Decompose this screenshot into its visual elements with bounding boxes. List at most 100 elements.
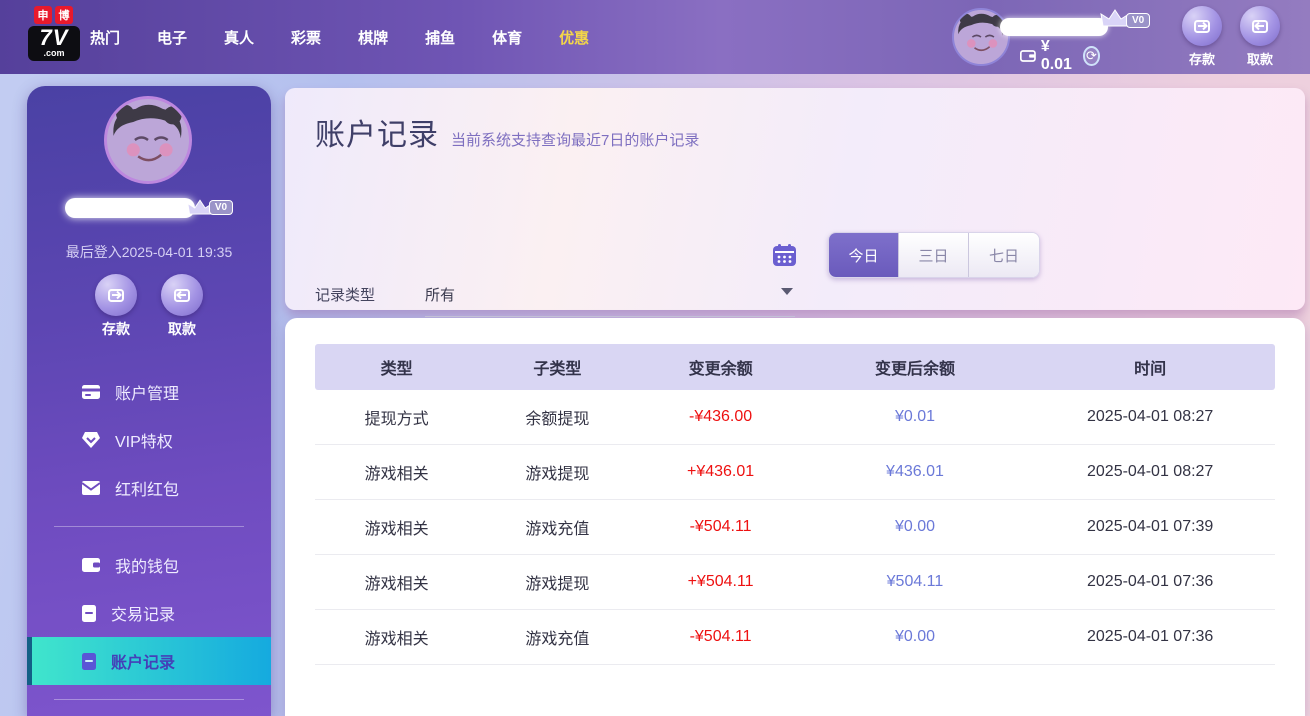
range-seven-days-button[interactable]: 七日 xyxy=(969,233,1039,277)
cell-change: -¥436.00 xyxy=(688,408,753,425)
envelope-icon xyxy=(81,481,101,495)
sidebar-deposit-label: 存款 xyxy=(102,321,130,337)
nav-live[interactable]: 真人 xyxy=(224,27,254,48)
date-range-buttons: 今日 三日 七日 xyxy=(828,232,1040,278)
sidebar-item-label: 账户管理 xyxy=(115,386,180,403)
balance-amount: ¥ 0.01 xyxy=(1040,38,1072,73)
sidebar-item-label: VIP特权 xyxy=(115,434,173,451)
menu-divider xyxy=(54,699,244,700)
range-three-days-button[interactable]: 三日 xyxy=(899,233,969,277)
logo-tld: .com xyxy=(43,48,65,58)
cell-subtype: 余额提现 xyxy=(525,411,590,428)
withdraw-label: 取款 xyxy=(1246,52,1273,67)
table-header-row: 类型 子类型 变更余额 变更后余额 时间 xyxy=(315,344,1275,390)
deposit-button[interactable]: 存款 xyxy=(1180,6,1224,68)
cell-time: 2025-04-01 08:27 xyxy=(1087,463,1214,480)
records-table: 类型 子类型 变更余额 变更后余额 时间 提现方式 余额提现 -¥436.00 … xyxy=(315,344,1275,665)
cell-type: 游戏相关 xyxy=(364,466,429,483)
page: 申 博 7V .com 热门 电子 真人 彩票 棋牌 捕鱼 体育 优惠 V0 ¥… xyxy=(0,0,1310,716)
last-login-text: 最后登入2025-04-01 19:35 xyxy=(65,244,233,260)
page-subtitle: 当前系统支持查询最近7日的账户记录 xyxy=(451,132,700,149)
sidebar-username-blurred xyxy=(64,198,195,218)
sidebar-item-vip[interactable]: VIP特权 xyxy=(27,416,271,464)
cell-type: 游戏相关 xyxy=(364,521,429,538)
col-time: 时间 xyxy=(1134,361,1167,378)
cell-subtype: 游戏充值 xyxy=(525,521,590,538)
record-type-select[interactable]: 所有 xyxy=(425,284,455,305)
sidebar-item-transaction-records[interactable]: 交易记录 xyxy=(27,589,271,637)
table-row: 游戏相关 游戏充值 -¥504.11 ¥0.00 2025-04-01 07:3… xyxy=(315,610,1275,665)
sidebar-deposit-icon xyxy=(95,274,137,316)
withdraw-button[interactable]: 取款 xyxy=(1238,6,1282,68)
refresh-balance-icon[interactable]: ⟳ xyxy=(1082,46,1101,66)
logo-tile-1: 申 xyxy=(34,6,52,24)
cell-type: 游戏相关 xyxy=(364,576,429,593)
cell-time: 2025-04-01 08:27 xyxy=(1087,408,1214,425)
site-logo[interactable]: 申 博 7V .com xyxy=(28,6,88,61)
document-icon xyxy=(82,652,96,670)
avatar-image xyxy=(954,10,1008,64)
deposit-icon xyxy=(1182,6,1222,46)
sidebar-item-label: 我的钱包 xyxy=(115,559,180,576)
sidebar-item-account-records[interactable]: 账户记录 xyxy=(27,637,271,685)
sidebar-item-label: 账户记录 xyxy=(111,655,176,672)
record-type-label: 记录类型 xyxy=(315,287,376,304)
table-row: 游戏相关 游戏充值 -¥504.11 ¥0.00 2025-04-01 07:3… xyxy=(315,500,1275,555)
sidebar-username-row: V0 xyxy=(27,198,271,218)
sidebar-avatar-image xyxy=(107,99,189,181)
record-type-underline xyxy=(425,316,795,317)
cell-balance: ¥504.11 xyxy=(886,573,944,590)
sidebar-withdraw-button[interactable]: 取款 xyxy=(160,274,204,339)
nav-promos[interactable]: 优惠 xyxy=(559,27,589,48)
cell-balance: ¥436.01 xyxy=(886,463,944,480)
col-type: 类型 xyxy=(380,361,413,378)
sidebar-deposit-button[interactable]: 存款 xyxy=(94,274,138,339)
nav-fishing[interactable]: 捕鱼 xyxy=(425,27,455,48)
avatar[interactable] xyxy=(952,8,1010,66)
nav-cards[interactable]: 棋牌 xyxy=(358,27,388,48)
table-row: 游戏相关 游戏提现 +¥504.11 ¥504.11 2025-04-01 07… xyxy=(315,555,1275,610)
col-balance-after: 变更后余额 xyxy=(874,361,955,378)
col-subtype: 子类型 xyxy=(533,361,582,378)
sidebar: V0 最后登入2025-04-01 19:35 存款 取款 账户管理 VIP特权… xyxy=(27,86,271,716)
cell-subtype: 游戏充值 xyxy=(525,631,590,648)
wallet-icon xyxy=(82,558,100,572)
header-actions: 存款 取款 xyxy=(1180,6,1282,68)
menu-divider xyxy=(54,526,244,527)
sidebar-item-label: 红利红包 xyxy=(115,482,180,499)
sidebar-menu: 账户管理 VIP特权 红利红包 我的钱包 交易记录 账户记录 xyxy=(27,368,271,714)
vip-level[interactable]: V0 xyxy=(1100,8,1151,30)
logo-tile-2: 博 xyxy=(55,6,73,24)
logo-name: 7V xyxy=(39,25,69,50)
main-nav: 热门 电子 真人 彩票 棋牌 捕鱼 体育 优惠 xyxy=(90,0,589,74)
nav-hot[interactable]: 热门 xyxy=(90,27,120,48)
filter-card: 账户记录 当前系统支持查询最近7日的账户记录 记录类型 所有 交易日期 2025… xyxy=(285,88,1305,369)
cell-time: 2025-04-01 07:36 xyxy=(1087,628,1214,645)
chevron-down-icon[interactable] xyxy=(781,288,793,295)
calendar-icon[interactable] xyxy=(772,243,797,267)
sidebar-vip-badge: V0 xyxy=(208,199,234,215)
sidebar-actions: 存款 取款 xyxy=(27,274,271,339)
col-change: 变更余额 xyxy=(688,361,753,378)
card-icon xyxy=(82,385,100,399)
sidebar-item-wallet[interactable]: 我的钱包 xyxy=(27,541,271,589)
range-today-button[interactable]: 今日 xyxy=(829,233,899,277)
sidebar-item-bonus[interactable]: 红利红包 xyxy=(27,464,271,512)
cell-type: 提现方式 xyxy=(364,411,429,428)
records-table-card: 类型 子类型 变更余额 变更后余额 时间 提现方式 余额提现 -¥436.00 … xyxy=(285,318,1305,716)
deposit-label: 存款 xyxy=(1188,52,1215,67)
cell-change: +¥504.11 xyxy=(687,573,754,590)
top-header: 申 博 7V .com 热门 电子 真人 彩票 棋牌 捕鱼 体育 优惠 V0 ¥… xyxy=(0,0,1310,74)
cell-balance: ¥0.00 xyxy=(894,518,935,535)
cell-time: 2025-04-01 07:39 xyxy=(1087,518,1214,535)
cell-subtype: 游戏提现 xyxy=(525,576,590,593)
nav-sports[interactable]: 体育 xyxy=(492,27,522,48)
sidebar-item-account-management[interactable]: 账户管理 xyxy=(27,368,271,416)
cell-change: -¥504.11 xyxy=(689,518,752,535)
nav-lottery[interactable]: 彩票 xyxy=(291,27,321,48)
sidebar-avatar[interactable] xyxy=(104,96,192,184)
logo-main: 7V .com xyxy=(28,26,80,61)
nav-slots[interactable]: 电子 xyxy=(157,27,187,48)
wallet-icon xyxy=(1020,50,1036,62)
table-row: 提现方式 余额提现 -¥436.00 ¥0.01 2025-04-01 08:2… xyxy=(315,390,1275,445)
